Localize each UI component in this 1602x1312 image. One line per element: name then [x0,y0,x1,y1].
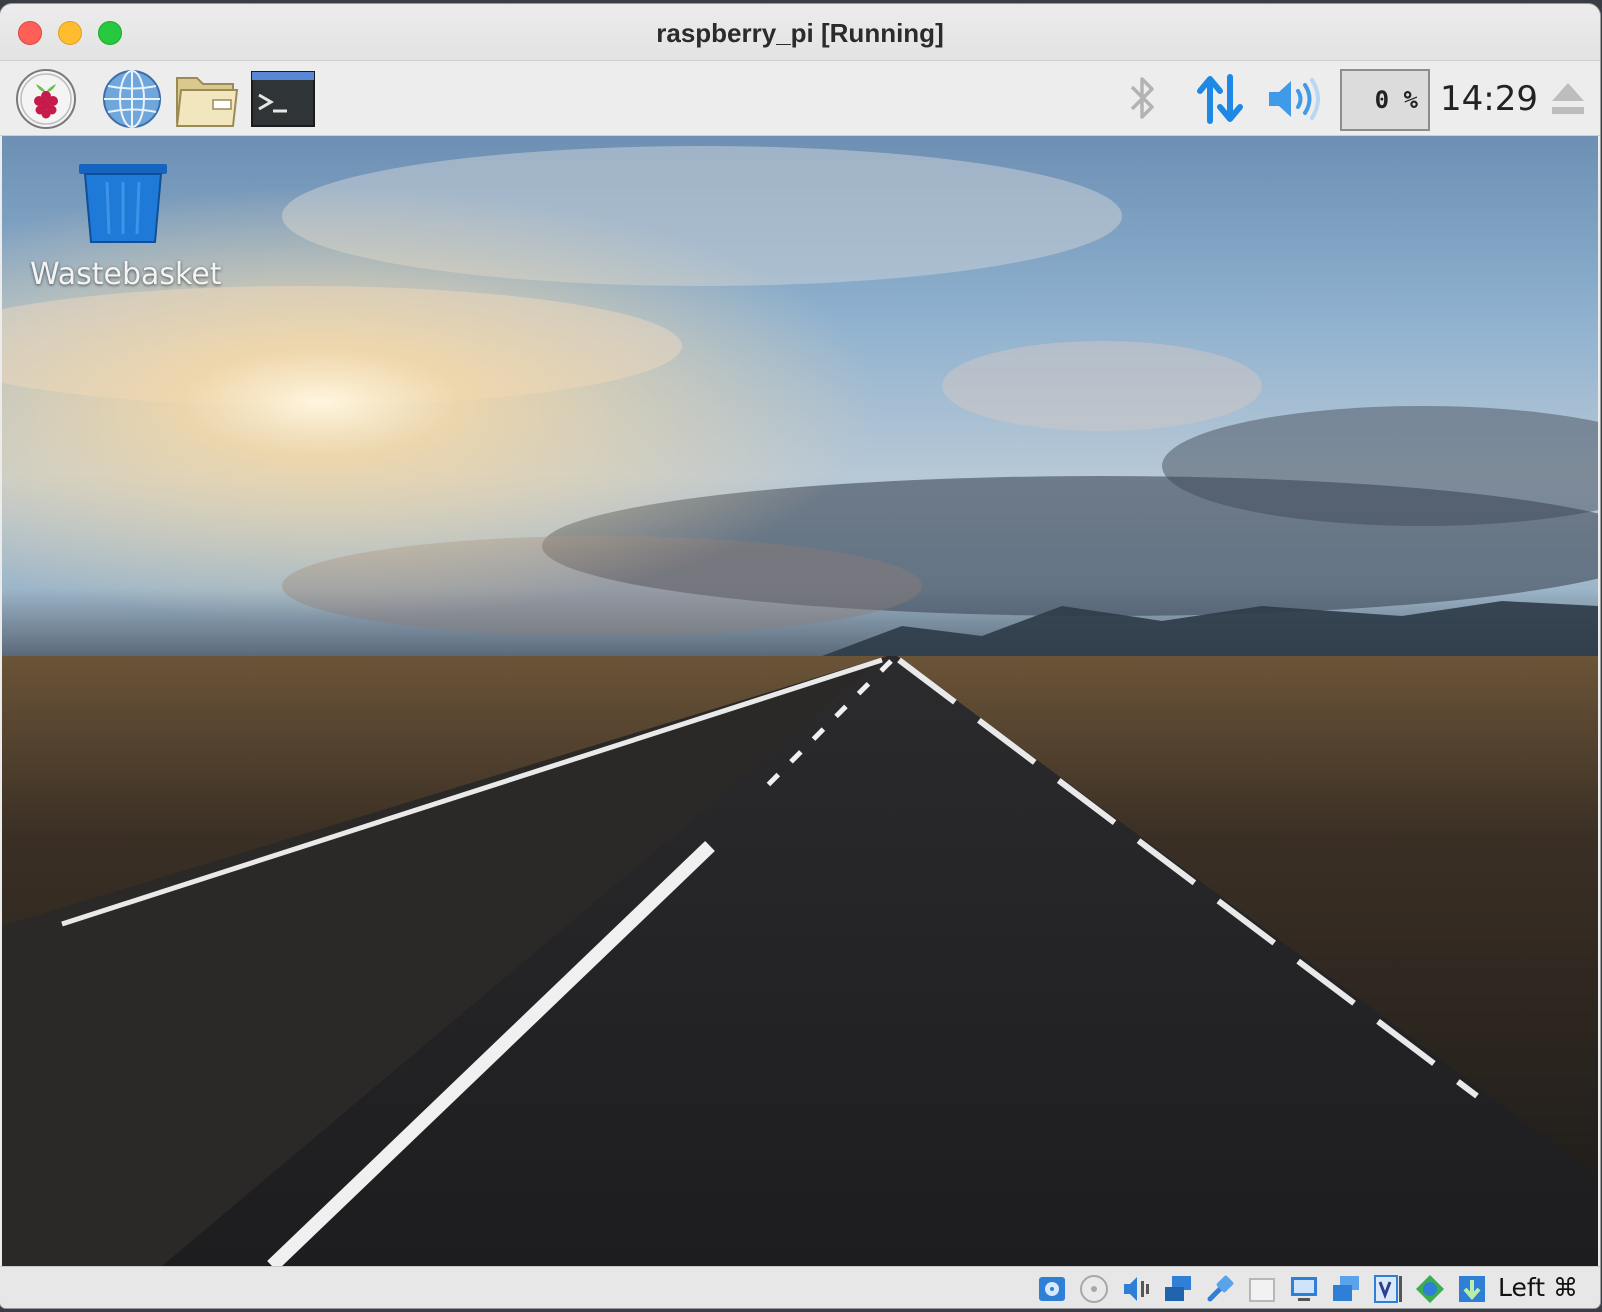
bluetooth-icon [1130,77,1154,119]
terminal-launcher[interactable] [250,67,316,131]
host-key-indicator[interactable]: Left ⌘ [1498,1273,1578,1302]
bluetooth-button[interactable] [1124,67,1162,131]
mouse-integration-icon[interactable] [1456,1273,1488,1305]
desktop-icon-label: Wastebasket [30,257,222,292]
audio-icon[interactable] [1120,1273,1152,1305]
network-adapter-icon[interactable] [1162,1273,1194,1305]
hard-disk-icon[interactable] [1036,1273,1068,1305]
raspberry-menu-button[interactable] [14,67,78,131]
clock[interactable]: 14:29 [1440,79,1538,119]
vm-window: raspberry_pi [Running] 0 % 14:29 Wasteba… [0,4,1600,1308]
terminal-icon [251,71,315,127]
eject-button[interactable] [1548,67,1588,131]
volume-button[interactable] [1264,67,1324,131]
desktop-icon-wastebasket[interactable]: Wastebasket [30,162,222,292]
eject-icon [1552,83,1584,114]
web-browser-launcher[interactable] [100,67,164,131]
network-arrows-icon [1197,74,1243,124]
pi-taskbar: 0 % 14:29 [0,61,1600,136]
globe-icon [103,70,161,128]
desktop-area[interactable]: Wastebasket [2,136,1598,1266]
capture-icon[interactable] [1330,1273,1362,1305]
display-icon[interactable] [1288,1273,1320,1305]
shared-folders-icon[interactable] [1246,1273,1278,1305]
optical-drive-icon[interactable] [1078,1273,1110,1305]
cpu-usage-monitor[interactable]: 0 % [1340,69,1430,131]
speaker-icon [1269,78,1320,120]
title-bar[interactable]: raspberry_pi [Running] [0,4,1600,61]
virtualization-icon[interactable] [1372,1273,1404,1305]
road-wallpaper [2,136,1598,1266]
window-title: raspberry_pi [Running] [656,18,944,48]
folder-icon [175,77,239,127]
cpu-execution-icon[interactable] [1414,1273,1446,1305]
usb-icon[interactable] [1204,1273,1236,1305]
raspberry-menu-icon [16,69,76,129]
trash-icon [79,164,167,243]
network-button[interactable] [1192,67,1248,131]
file-manager-launcher[interactable] [174,67,240,131]
vm-status-bar: Left ⌘ [0,1266,1600,1308]
